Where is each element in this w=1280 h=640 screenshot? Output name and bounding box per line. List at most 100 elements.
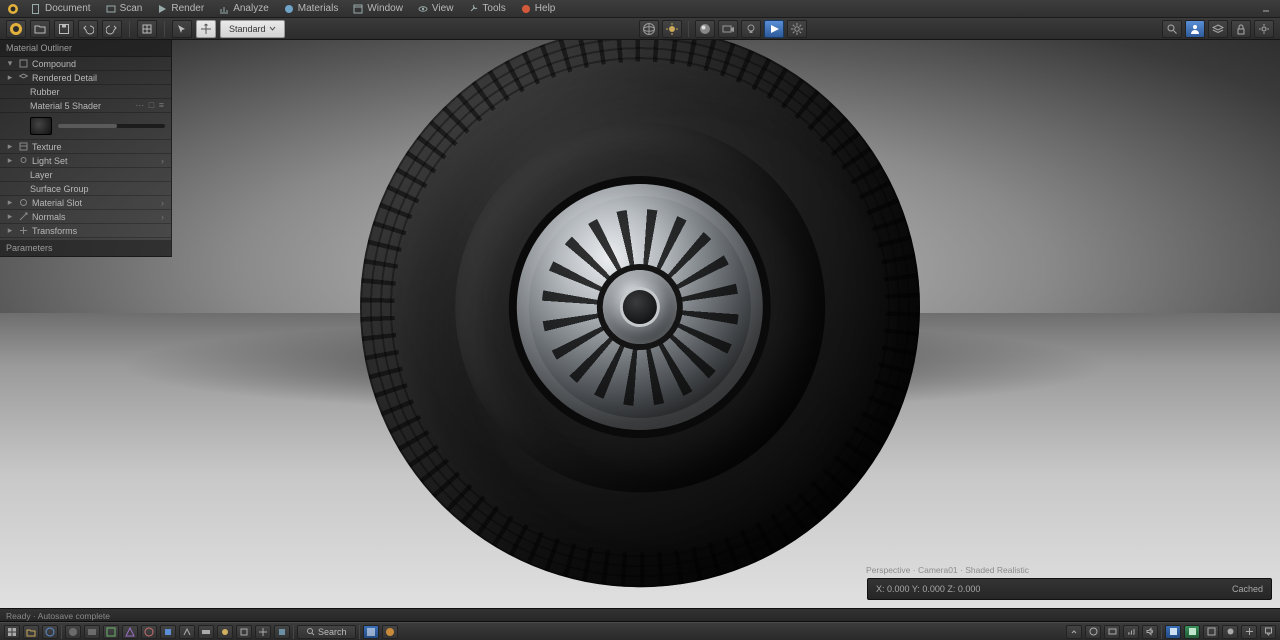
transform-icon <box>18 226 28 236</box>
taskbar-app[interactable] <box>141 625 157 639</box>
notification-icon[interactable] <box>1260 625 1276 639</box>
outliner-row[interactable]: ▸Light Set› <box>0 154 171 168</box>
taskbar-app-active[interactable] <box>363 625 379 639</box>
taskbar-app[interactable] <box>236 625 252 639</box>
taskbar-app[interactable] <box>160 625 176 639</box>
outliner-header: Material Outliner <box>0 40 171 57</box>
tray-chevron[interactable] <box>1066 625 1082 639</box>
tray-icon[interactable] <box>1104 625 1120 639</box>
cube-icon <box>18 59 28 69</box>
outliner-footer: Parameters <box>0 240 171 257</box>
menu-label: Analyze <box>233 3 269 14</box>
sphere-icon <box>283 3 295 15</box>
mode-dropdown[interactable]: Standard <box>220 20 285 38</box>
taskbar-app[interactable] <box>65 625 81 639</box>
row-label: Layer <box>30 170 165 180</box>
outliner-row[interactable]: ▸Rendered Detail <box>0 71 171 85</box>
row-label: Rubber <box>30 87 165 97</box>
outliner-row[interactable]: ▸Transforms <box>0 224 171 238</box>
taskbar-app[interactable] <box>103 625 119 639</box>
lock-button[interactable] <box>1231 20 1251 38</box>
viewport[interactable]: Material Outliner ▾Compound ▸Rendered De… <box>0 40 1280 608</box>
select-button[interactable] <box>172 20 192 38</box>
tray-volume-icon[interactable] <box>1142 625 1158 639</box>
row-label: Rendered Detail <box>32 73 165 83</box>
outliner-row[interactable]: ▾Compound <box>0 57 171 71</box>
tray-icon[interactable] <box>1165 625 1181 639</box>
menu-label: Tools <box>482 3 505 14</box>
app-logo-button[interactable] <box>6 20 26 38</box>
minimize-button[interactable] <box>1258 2 1274 16</box>
scan-icon <box>105 3 117 15</box>
menu-analyze[interactable]: Analyze <box>214 2 277 16</box>
sphere-shade-button[interactable] <box>695 20 715 38</box>
normal-icon <box>18 212 28 222</box>
row-label: Texture <box>32 142 165 152</box>
tray-icon[interactable] <box>1085 625 1101 639</box>
taskbar-app[interactable] <box>122 625 138 639</box>
outliner-thumb-row[interactable] <box>0 113 171 140</box>
caret-icon: ▸ <box>6 141 14 152</box>
menu-scan[interactable]: Scan <box>101 2 151 16</box>
tray-network-icon[interactable] <box>1123 625 1139 639</box>
gear-button[interactable] <box>1254 20 1274 38</box>
menubar: Document Scan Render Analyze Materials W… <box>0 0 1280 18</box>
taskbar-app[interactable] <box>382 625 398 639</box>
tray-icon[interactable] <box>1203 625 1219 639</box>
light-button[interactable] <box>741 20 761 38</box>
menu-render[interactable]: Render <box>152 2 212 16</box>
taskbar-app[interactable] <box>198 625 214 639</box>
infobar: Perspective · Camera01 · Shaded Realisti… <box>867 578 1272 600</box>
taskbar-app[interactable] <box>179 625 195 639</box>
settings-button[interactable] <box>787 20 807 38</box>
outliner-row[interactable]: ▸Normals› <box>0 210 171 224</box>
outliner-row[interactable]: ▸ Texture <box>0 140 171 154</box>
camera-button[interactable] <box>718 20 738 38</box>
main-area: Material Outliner ▾Compound ▸Rendered De… <box>0 40 1280 608</box>
taskbar-search[interactable]: Search <box>297 625 356 639</box>
search-tool-button[interactable] <box>1162 20 1182 38</box>
taskbar-app[interactable] <box>274 625 290 639</box>
tray-icon[interactable] <box>1241 625 1257 639</box>
row-label: Light Set <box>32 156 157 166</box>
sun-button[interactable] <box>662 20 682 38</box>
grid-button[interactable] <box>137 20 157 38</box>
layers-button[interactable] <box>1208 20 1228 38</box>
render-button[interactable] <box>764 20 784 38</box>
tray-icon[interactable] <box>1222 625 1238 639</box>
app-icon <box>6 2 20 16</box>
window-icon <box>352 3 364 15</box>
system-tray <box>1066 625 1276 639</box>
menu-label: Window <box>367 3 403 14</box>
outliner-row[interactable]: Layer <box>0 168 171 182</box>
tray-icon[interactable] <box>1184 625 1200 639</box>
outliner-row[interactable]: Rubber <box>0 85 171 99</box>
move-button[interactable] <box>196 20 216 38</box>
open-button[interactable] <box>30 20 50 38</box>
start-button[interactable] <box>4 625 20 639</box>
taskbar-app[interactable] <box>255 625 271 639</box>
save-button[interactable] <box>54 20 74 38</box>
undo-button[interactable] <box>78 20 98 38</box>
browser-button[interactable] <box>42 625 58 639</box>
tire-model[interactable] <box>360 40 920 587</box>
menu-materials[interactable]: Materials <box>279 2 347 16</box>
outliner-row[interactable]: Surface Group <box>0 182 171 196</box>
menu-document[interactable]: Document <box>26 2 99 16</box>
material-slider[interactable] <box>58 124 165 128</box>
menu-window[interactable]: Window <box>348 2 411 16</box>
explorer-button[interactable] <box>23 625 39 639</box>
taskbar-app[interactable] <box>84 625 100 639</box>
menu-help[interactable]: Help <box>516 2 564 16</box>
redo-button[interactable] <box>102 20 122 38</box>
menu-label: Document <box>45 3 91 14</box>
globe-button[interactable] <box>639 20 659 38</box>
taskbar-app[interactable] <box>217 625 233 639</box>
outliner-row[interactable]: ▸Material Slot› <box>0 196 171 210</box>
menu-tools[interactable]: Tools <box>463 2 513 16</box>
outliner-row[interactable]: Material 5 Shader⋯ □ ≡ <box>0 99 171 113</box>
coords-readout: X: 0.000 Y: 0.000 Z: 0.000 <box>876 584 980 594</box>
menu-view[interactable]: View <box>413 2 462 16</box>
user-button[interactable] <box>1185 20 1205 38</box>
row-actions[interactable]: ⋯ □ ≡ <box>135 100 165 111</box>
